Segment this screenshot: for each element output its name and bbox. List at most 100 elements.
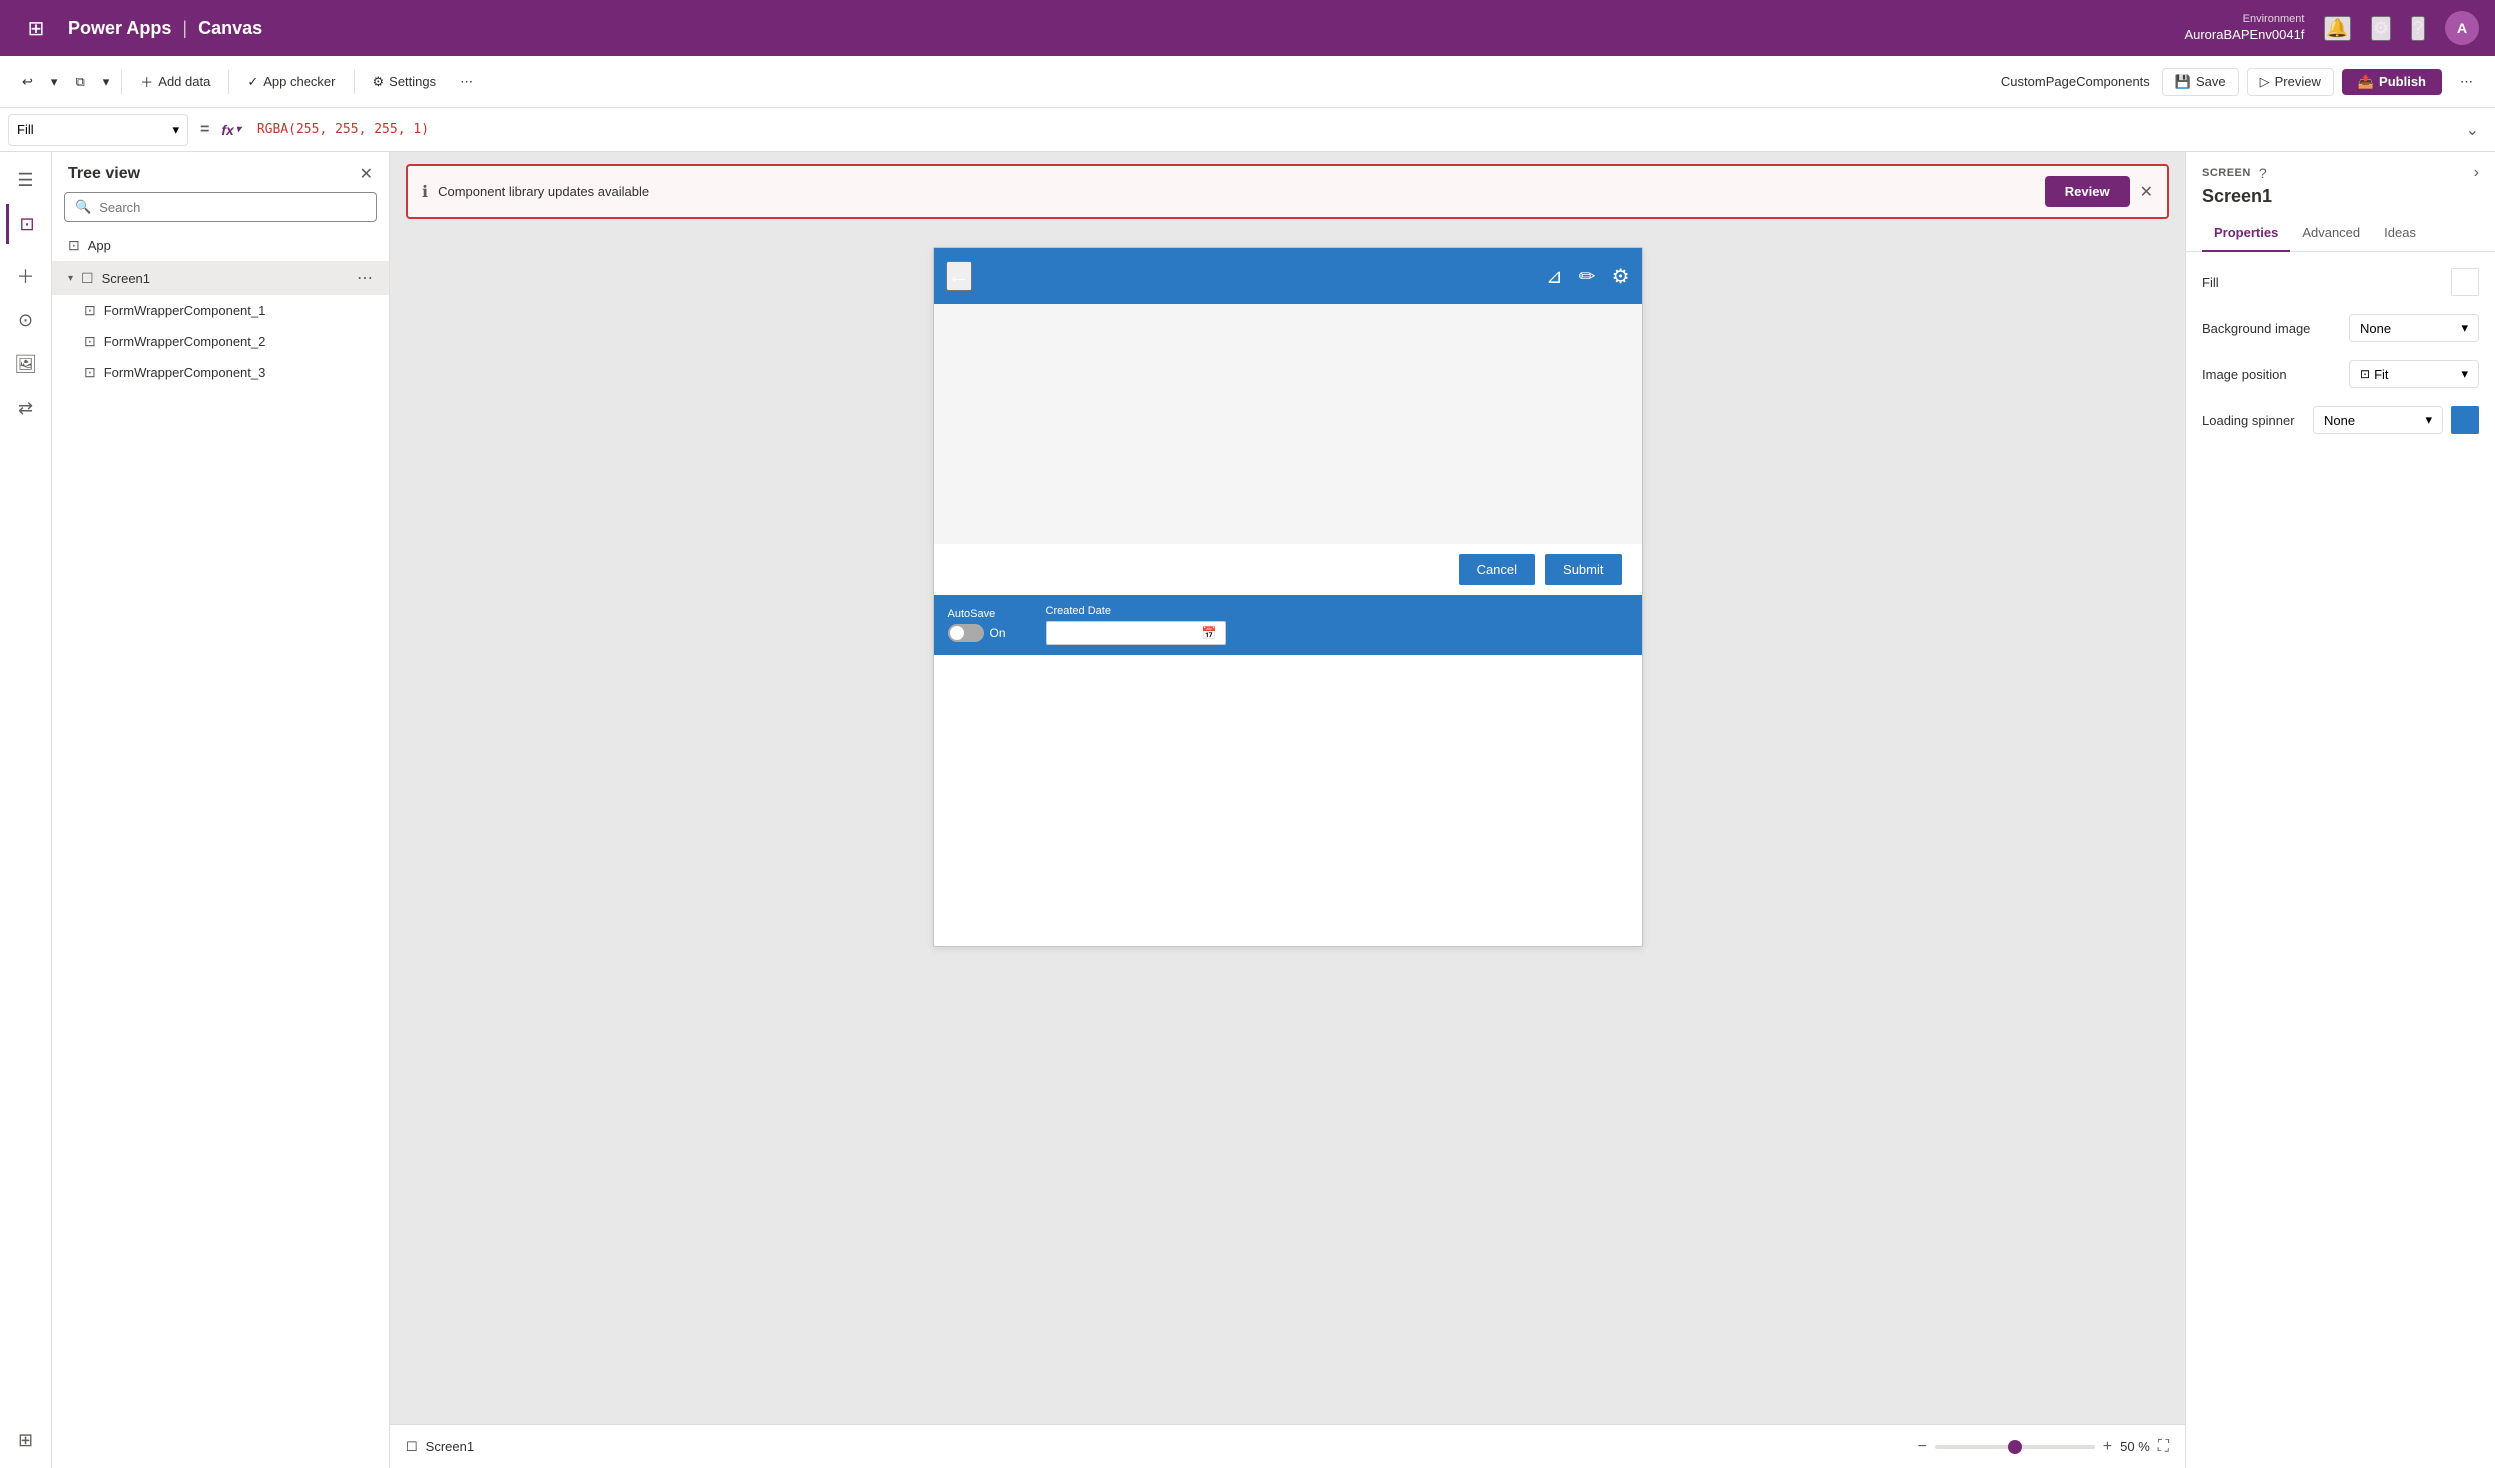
toolbar-right: CustomPageComponents 💾 Save ▷ Preview 📤 … bbox=[2001, 68, 2483, 96]
layers-button[interactable]: ⊡ bbox=[6, 204, 46, 244]
app-canvas: ← ⊿ ✏ ⚙ Cancel Submit bbox=[933, 247, 1643, 947]
app-checker-button[interactable]: ✓ App checker bbox=[237, 69, 345, 95]
zoom-in-button[interactable]: + bbox=[2103, 1438, 2112, 1456]
app-submit-button[interactable]: Submit bbox=[1545, 554, 1621, 585]
autosave-toggle[interactable]: On bbox=[948, 624, 1006, 642]
tree-panel: Tree view ✕ 🔍 ⊡ App ▾ ☐ Screen1 ⋯ ⊡ Form bbox=[52, 152, 390, 1468]
toggle-track[interactable] bbox=[948, 624, 984, 642]
tree-items: ⊡ App ▾ ☐ Screen1 ⋯ ⊡ FormWrapperCompone… bbox=[52, 230, 389, 1468]
publish-button[interactable]: 📤 Publish bbox=[2342, 69, 2442, 95]
notification-icon[interactable]: 🔔 bbox=[2324, 16, 2350, 41]
dropdown-chevron-icon: ▾ bbox=[2461, 320, 2468, 336]
copy-dropdown[interactable]: ▾ bbox=[99, 69, 114, 95]
tab-advanced[interactable]: Advanced bbox=[2290, 215, 2372, 252]
app-footer: AutoSave On Created Date 📅 bbox=[934, 595, 1642, 655]
copy-button[interactable]: ⧉ bbox=[65, 69, 94, 95]
equals-sign: = bbox=[196, 121, 213, 139]
tree-header: Tree view ✕ bbox=[52, 152, 389, 192]
tab-properties[interactable]: Properties bbox=[2202, 215, 2290, 252]
variables-button[interactable]: ⇄ bbox=[6, 388, 46, 428]
date-input[interactable]: 📅 bbox=[1046, 621, 1226, 645]
help-icon[interactable]: ? bbox=[2411, 16, 2425, 41]
tree-item-screen1[interactable]: ▾ ☐ Screen1 ⋯ bbox=[52, 261, 389, 295]
screen-name-label: Screen1 bbox=[426, 1439, 474, 1454]
toolbar-separator-2 bbox=[228, 70, 229, 94]
screen-indicator: ☐ Screen1 bbox=[406, 1439, 474, 1455]
undo-dropdown[interactable]: ▾ bbox=[47, 69, 62, 95]
fill-label: Fill bbox=[2202, 275, 2219, 290]
hamburger-button[interactable]: ☰ bbox=[6, 160, 46, 200]
formula-expand-icon[interactable]: ⌄ bbox=[2466, 120, 2487, 140]
zoom-slider[interactable] bbox=[1935, 1445, 2095, 1449]
app-icon: ⊡ bbox=[68, 237, 80, 254]
screen1-more-icon[interactable]: ⋯ bbox=[357, 268, 373, 288]
app-cancel-button[interactable]: Cancel bbox=[1459, 554, 1535, 585]
spinner-chevron-icon: ▾ bbox=[2425, 412, 2432, 428]
app-back-button[interactable]: ← bbox=[946, 261, 972, 291]
zoom-out-button[interactable]: − bbox=[1917, 1438, 1926, 1456]
panel-help-icon[interactable]: ? bbox=[2259, 165, 2267, 181]
edit-icon[interactable]: ✏ bbox=[1579, 264, 1596, 289]
data-button[interactable]: ⊙ bbox=[6, 300, 46, 340]
info-icon: ℹ bbox=[422, 182, 428, 202]
save-button[interactable]: 💾 Save bbox=[2162, 68, 2239, 96]
settings-button[interactable]: ⚙ Settings bbox=[363, 69, 447, 95]
add-icon: ＋ bbox=[140, 72, 153, 91]
top-bar: ⊞ Power Apps | Canvas Environment Aurora… bbox=[0, 0, 2495, 56]
fx-button[interactable]: fx ▾ bbox=[221, 122, 240, 138]
extensions-button[interactable]: ⊞ bbox=[6, 1420, 46, 1460]
sidebar-icons: ☰ ⊡ ＋ ⊙ 🖼 ⇄ ⊞ bbox=[0, 152, 52, 1468]
right-panel-screen-name: Screen1 bbox=[2186, 182, 2495, 215]
image-position-dropdown[interactable]: ⊡ Fit ▾ bbox=[2349, 360, 2479, 388]
toolbar-more-button[interactable]: ⋯ bbox=[2450, 69, 2483, 95]
insert-button[interactable]: ＋ bbox=[6, 256, 46, 296]
app-title: Power Apps | Canvas bbox=[68, 18, 262, 39]
review-button[interactable]: Review bbox=[2045, 176, 2130, 207]
app-header-icons: ⊿ ✏ ⚙ bbox=[1546, 264, 1629, 289]
fill-row: Fill bbox=[2202, 268, 2479, 296]
tree-search[interactable]: 🔍 bbox=[64, 192, 377, 222]
undo-button[interactable]: ↩ bbox=[12, 69, 43, 95]
background-image-dropdown[interactable]: None ▾ bbox=[2349, 314, 2479, 342]
calendar-icon[interactable]: 📅 bbox=[1202, 626, 1217, 640]
notification-close-button[interactable]: ✕ bbox=[2140, 182, 2153, 202]
tree-item-screen1-label: Screen1 bbox=[102, 271, 150, 286]
property-select[interactable]: Fill ▾ bbox=[8, 114, 188, 146]
media-button[interactable]: 🖼 bbox=[6, 344, 46, 384]
waffle-button[interactable]: ⊞ bbox=[16, 8, 56, 48]
fill-color-swatch[interactable] bbox=[2451, 268, 2479, 296]
tree-close-button[interactable]: ✕ bbox=[360, 164, 373, 184]
tree-item-fw2[interactable]: ⊡ FormWrapperComponent_2 bbox=[52, 326, 389, 357]
image-position-label: Image position bbox=[2202, 367, 2287, 382]
loading-spinner-dropdown[interactable]: None ▾ bbox=[2313, 406, 2443, 434]
canvas-bottom: ☐ Screen1 − + 50 % ⛶ bbox=[390, 1424, 2185, 1468]
fullscreen-button[interactable]: ⛶ bbox=[2158, 1438, 2169, 1456]
notification-text: Component library updates available bbox=[438, 184, 2035, 199]
play-icon: ▷ bbox=[2260, 74, 2270, 90]
toggle-thumb bbox=[950, 626, 964, 640]
created-date-field: Created Date 📅 bbox=[1046, 605, 1226, 645]
toolbar-separator-1 bbox=[121, 70, 122, 94]
save-icon: 💾 bbox=[2175, 74, 2191, 90]
settings-icon[interactable]: ⚙ bbox=[2371, 16, 2391, 41]
preview-button[interactable]: ▷ Preview bbox=[2247, 68, 2334, 96]
add-data-button[interactable]: ＋ Add data bbox=[130, 67, 220, 96]
settings-icon[interactable]: ⚙ bbox=[1612, 264, 1630, 289]
screen-section-label: SCREEN bbox=[2202, 167, 2251, 179]
environment-info: Environment AuroraBAPEnv0041f bbox=[2184, 12, 2304, 43]
filter-icon[interactable]: ⊿ bbox=[1546, 264, 1563, 289]
search-input[interactable] bbox=[99, 200, 366, 215]
tree-item-fw3[interactable]: ⊡ FormWrapperComponent_3 bbox=[52, 357, 389, 388]
tab-ideas[interactable]: Ideas bbox=[2372, 215, 2428, 252]
canvas-area: ℹ Component library updates available Re… bbox=[390, 152, 2185, 1468]
more-options-button[interactable]: ⋯ bbox=[450, 69, 483, 95]
tree-item-fw1[interactable]: ⊡ FormWrapperComponent_1 bbox=[52, 295, 389, 326]
tree-item-fw2-label: FormWrapperComponent_2 bbox=[104, 334, 266, 349]
image-position-chevron-icon: ▾ bbox=[2461, 366, 2468, 382]
avatar[interactable]: A bbox=[2445, 11, 2479, 45]
formula-input[interactable]: RGBA(255, 255, 255, 1) bbox=[249, 122, 2458, 137]
loading-spinner-color[interactable] bbox=[2451, 406, 2479, 434]
right-panel-header: SCREEN ? › bbox=[2186, 152, 2495, 182]
tree-item-app[interactable]: ⊡ App bbox=[52, 230, 389, 261]
panel-collapse-button[interactable]: › bbox=[2474, 164, 2479, 182]
